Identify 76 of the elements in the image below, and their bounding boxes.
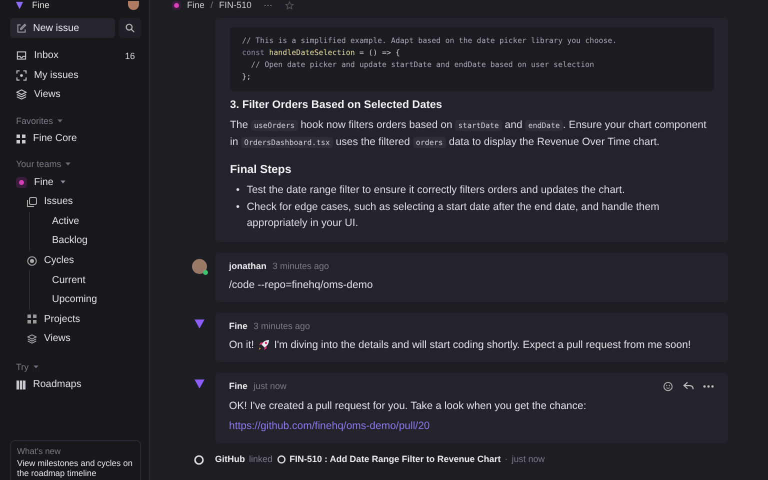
- section-title[interactable]: Try: [16, 362, 29, 372]
- section-heading: Final Steps: [230, 164, 292, 176]
- team-nav-item[interactable]: Cycles: [10, 250, 141, 270]
- search-icon: [125, 23, 135, 33]
- bot-avatar-icon: [194, 378, 204, 388]
- activity-separator: ·: [504, 454, 508, 464]
- bullet-item: Check for edge cases, such as selecting a start date after the end date, and handle them appropriately in your UI.: [246, 200, 660, 231]
- favorite-item[interactable]: Fine Core: [10, 128, 141, 148]
- comment-author[interactable]: Fine: [229, 381, 248, 391]
- compose-icon: [16, 22, 27, 34]
- caret-icon: [32, 364, 39, 370]
- message-text: /code --repo=finehq/oms-demo: [229, 278, 373, 292]
- user-avatar[interactable]: [128, 0, 139, 10]
- target-icon: [16, 70, 27, 81]
- section-title[interactable]: Your teams: [16, 159, 62, 170]
- nav-item[interactable]: Views: [10, 85, 141, 105]
- layers-icon: [27, 334, 37, 344]
- grid-icon: [16, 134, 26, 144]
- caret-icon: [65, 161, 72, 168]
- team-nav-item[interactable]: Active: [30, 212, 141, 232]
- message-text: On it!: [229, 338, 254, 352]
- star-icon[interactable]: [284, 0, 294, 10]
- breadcrumb-issue[interactable]: FIN-510: [219, 0, 252, 10]
- nav-item[interactable]: My issues: [10, 66, 141, 86]
- try-item[interactable]: Roadmaps: [10, 374, 141, 394]
- bullet-marker: •: [236, 200, 240, 214]
- caret-icon: [57, 118, 64, 124]
- team-nav-item[interactable]: Issues: [10, 192, 141, 212]
- cycle-icon: [27, 256, 37, 266]
- issues-icon: [27, 196, 37, 207]
- reply-icon[interactable]: [683, 381, 694, 391]
- message-text: I'm diving into the details and will start coding shortly. Expect a pull request from me soon!: [274, 338, 691, 352]
- grid-icon: [27, 314, 37, 324]
- comment-author[interactable]: jonathan: [229, 260, 266, 270]
- team-nav-item[interactable]: Current: [30, 270, 141, 290]
- new-issue-button[interactable]: New issue: [10, 18, 115, 38]
- card-text: View milestones and cycles on the roadmap timeline: [17, 458, 134, 478]
- linked-issue[interactable]: FIN-510 : Add Date Range Filter to Revenue Chart: [290, 454, 501, 464]
- nav-item[interactable]: Inbox 16: [10, 46, 141, 66]
- more-icon[interactable]: [703, 384, 714, 388]
- bot-avatar-icon: [194, 318, 204, 328]
- section-title[interactable]: Favorites: [16, 116, 54, 126]
- comment-author[interactable]: Fine: [229, 320, 248, 330]
- bullet-item: Test the date range filter to ensure it correctly filters orders and updates the chart.: [246, 183, 625, 198]
- logo-icon: [15, 0, 24, 10]
- layers-icon: [16, 89, 27, 100]
- activity-verb: linked: [249, 454, 273, 464]
- user-avatar: [192, 258, 206, 274]
- section-heading: 3. Filter Orders Based on Selected Dates: [230, 99, 444, 111]
- card-title: What's new: [17, 446, 62, 456]
- workspace-name[interactable]: Fine: [32, 0, 50, 10]
- more-button[interactable]: ···: [264, 0, 273, 10]
- message-text: OK! I've created a pull request for you. Take a look when you get the chance:: [229, 398, 586, 414]
- team-icon: [16, 176, 27, 188]
- inbox-icon: [16, 50, 27, 62]
- team-item[interactable]: Fine: [10, 172, 141, 192]
- whats-new-card[interactable]: What's new View milestones and cycles on the roadmap timeline: [10, 440, 141, 480]
- team-nav-item[interactable]: Views: [10, 329, 141, 349]
- search-button[interactable]: [119, 18, 141, 38]
- activity-source[interactable]: GitHub: [215, 454, 245, 464]
- emoji-icon[interactable]: [663, 380, 674, 392]
- bullet-marker: •: [236, 183, 240, 198]
- roadmap-icon: [16, 380, 26, 390]
- unread-count: 16: [124, 50, 136, 61]
- pull-request-link[interactable]: https://github.com/finehq/oms-demo/pull/20: [229, 418, 430, 434]
- team-nav-item[interactable]: Backlog: [30, 231, 141, 251]
- team-icon: [172, 0, 181, 10]
- breadcrumb-team[interactable]: Fine: [187, 0, 205, 10]
- team-nav-item[interactable]: Projects: [10, 310, 141, 330]
- activity-time: just now: [512, 454, 545, 464]
- comment-time: 3 minutes ago: [272, 260, 330, 270]
- comment-time: just now: [254, 381, 287, 391]
- team-nav-item[interactable]: Upcoming: [30, 290, 141, 310]
- rocket-icon: [258, 338, 270, 350]
- comment-time: 3 minutes ago: [254, 320, 310, 330]
- breadcrumb-separator: /: [210, 0, 214, 10]
